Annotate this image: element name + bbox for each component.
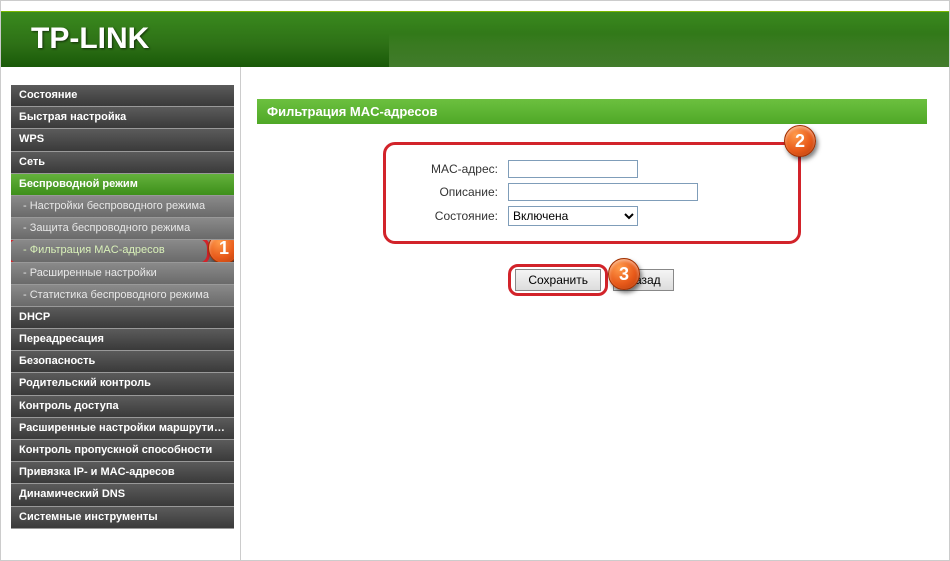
nav-ddns[interactable]: Динамический DNS [11, 484, 234, 506]
annotation-badge-1: 1 [208, 240, 234, 262]
nav-wireless[interactable]: Беспроводной режим [11, 174, 234, 196]
nav-mac-filtering-label: - Фильтрация MAC-адресов [23, 244, 165, 256]
annotation-badge-3: 3 [608, 258, 640, 290]
brand-logo: TP-LINK [31, 22, 149, 56]
button-row: 3 Сохранить Назад [257, 264, 927, 296]
nav-network[interactable]: Сеть [11, 152, 234, 174]
nav-forwarding[interactable]: Переадресация [11, 329, 234, 351]
nav-quick-setup[interactable]: Быстрая настройка [11, 107, 234, 129]
nav-mac-filtering[interactable]: - Фильтрация MAC-адресов 1 [11, 240, 234, 262]
mac-label: MAC-адрес: [416, 162, 508, 176]
desc-input[interactable] [508, 183, 698, 201]
nav-ip-mac-binding[interactable]: Привязка IP- и MAC-адресов [11, 462, 234, 484]
nav-access-control[interactable]: Контроль доступа [11, 396, 234, 418]
nav-wireless-stats[interactable]: - Статистика беспроводного режима [11, 285, 234, 307]
nav-menu: Состояние Быстрая настройка WPS Сеть Бес… [11, 85, 234, 529]
state-label: Состояние: [416, 209, 508, 223]
header-bar: TP-LINK [1, 11, 949, 67]
nav-routing[interactable]: Расширенные настройки маршрутизации [11, 418, 234, 440]
header-decoration [389, 11, 949, 67]
save-highlight: Сохранить [508, 264, 608, 296]
nav-status[interactable]: Состояние [11, 85, 234, 107]
nav-wps[interactable]: WPS [11, 129, 234, 151]
nav-system-tools[interactable]: Системные инструменты [11, 507, 234, 529]
page-title: Фильтрация MAC-адресов [257, 99, 927, 124]
nav-wireless-settings[interactable]: - Настройки беспроводного режима [11, 196, 234, 218]
form-panel: 2 MAC-адрес: Описание: Состояние: Включе… [383, 142, 801, 244]
state-select[interactable]: Включена [508, 206, 638, 226]
save-button[interactable]: Сохранить [515, 269, 601, 291]
nav-wireless-security[interactable]: - Защита беспроводного режима [11, 218, 234, 240]
sidebar: Состояние Быстрая настройка WPS Сеть Бес… [1, 67, 234, 560]
nav-dhcp[interactable]: DHCP [11, 307, 234, 329]
content-area: Фильтрация MAC-адресов 2 MAC-адрес: Опис… [240, 67, 949, 560]
desc-label: Описание: [416, 185, 508, 199]
annotation-badge-2: 2 [784, 125, 816, 157]
mac-input[interactable] [508, 160, 638, 178]
nav-wireless-advanced[interactable]: - Расширенные настройки [11, 263, 234, 285]
nav-bandwidth[interactable]: Контроль пропускной способности [11, 440, 234, 462]
nav-parental[interactable]: Родительский контроль [11, 373, 234, 395]
nav-security[interactable]: Безопасность [11, 351, 234, 373]
